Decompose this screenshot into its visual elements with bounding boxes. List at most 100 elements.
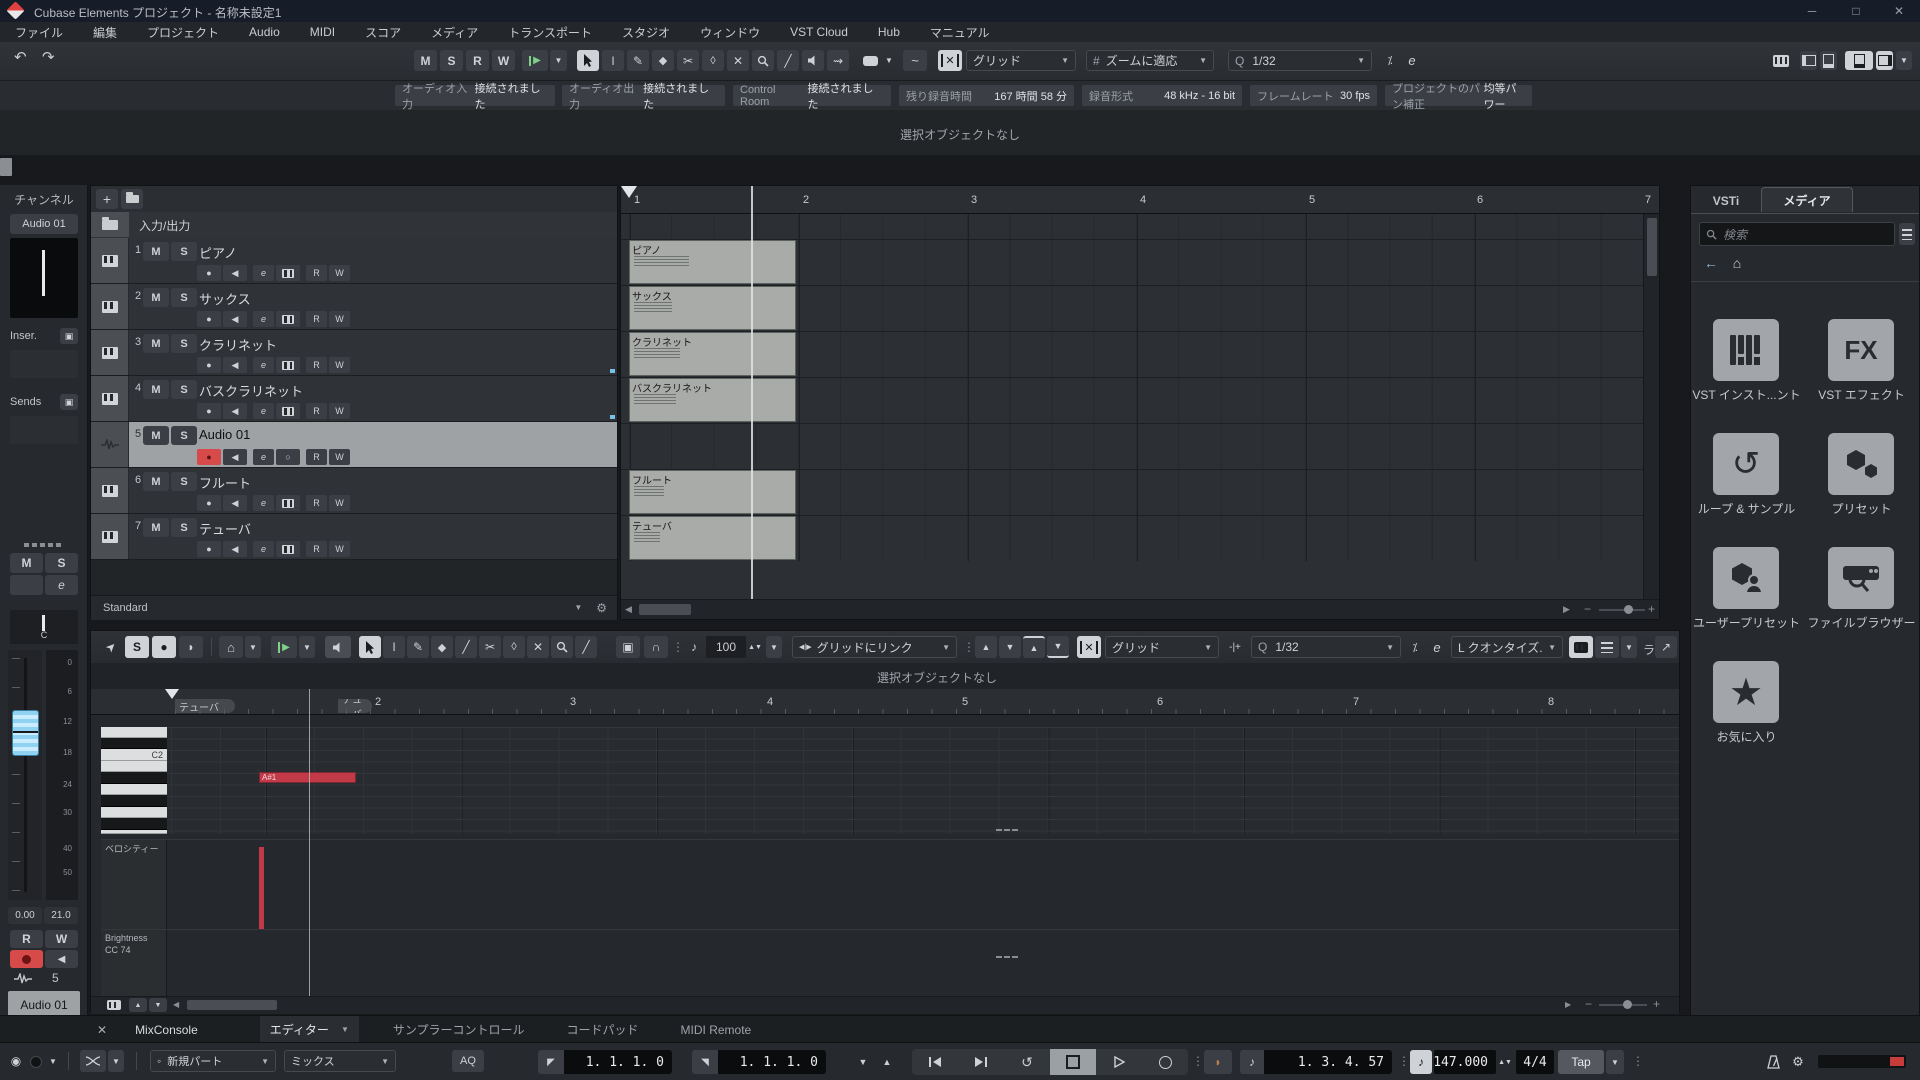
track-solo-button[interactable]: S	[171, 242, 197, 261]
pin-button[interactable]: ➤	[101, 636, 121, 658]
event-tuba[interactable]: テューバ	[629, 516, 796, 560]
snap-zero-crossing-button[interactable]: ~	[903, 50, 927, 71]
track-instrument-button[interactable]	[276, 265, 300, 281]
event-clarinet[interactable]: クラリネット	[629, 332, 796, 376]
fader-cap[interactable]	[12, 710, 39, 756]
key-b1[interactable]	[101, 761, 167, 772]
key-fsharp1[interactable]	[101, 818, 167, 830]
move-up-button[interactable]: ▲	[975, 636, 997, 658]
hscroll-thumb[interactable]	[639, 604, 691, 615]
velocity-lane[interactable]: ベロシティー ベロシティー	[101, 839, 1679, 930]
track-instrument-button[interactable]	[276, 403, 300, 419]
scroll-right-icon[interactable]: ▶	[1565, 1001, 1571, 1009]
arrange-vscrollbar[interactable]	[1643, 214, 1660, 599]
track-record-button[interactable]: ●	[197, 541, 221, 557]
tool-split[interactable]: ✂	[677, 50, 699, 71]
undo-button[interactable]: ↶	[14, 50, 27, 65]
goto-start-button[interactable]	[912, 1049, 958, 1075]
status-audio-input[interactable]: オーディオ入力接続されました	[395, 85, 555, 106]
track-monitor-button[interactable]: ◀	[223, 403, 247, 419]
status-record-time[interactable]: 残り録音時間167 時間 58 分	[899, 85, 1074, 106]
track-mute-button[interactable]: M	[143, 472, 169, 491]
tool-play[interactable]	[802, 50, 824, 71]
track-edit-button[interactable]: e	[253, 541, 274, 557]
track-monitor-button[interactable]: ◀	[223, 357, 247, 373]
tap-tempo-button[interactable]: Tap	[1558, 1050, 1604, 1074]
editor-iq-button[interactable]: ⁒	[1405, 636, 1425, 658]
editor-tool-mute[interactable]: ✕	[527, 636, 549, 658]
track-edit-button[interactable]: e	[253, 449, 274, 465]
menu-score[interactable]: スコア	[350, 24, 416, 41]
arrange-hscrollbar[interactable]: ◀ ▶ − +	[621, 599, 1659, 620]
track-write-button[interactable]: W	[329, 265, 350, 281]
piano-keyboard[interactable]: C2	[101, 727, 167, 834]
zoom-slider[interactable]	[1599, 609, 1645, 611]
close-button[interactable]: ✕	[1878, 0, 1920, 22]
scroll-left-icon[interactable]: ◀	[625, 605, 632, 614]
key-c2[interactable]: C2	[101, 749, 167, 761]
track-record-button[interactable]: ●	[197, 495, 221, 511]
velocity-value[interactable]: 100	[706, 636, 746, 658]
menu-audio[interactable]: Audio	[234, 25, 295, 39]
tempo-stepper[interactable]: ▲▼	[1498, 1050, 1512, 1074]
kebab-icon[interactable]: ⋮	[1632, 1055, 1644, 1067]
track-read-button[interactable]: R	[306, 541, 327, 557]
tempo-track-button[interactable]: ♪	[1410, 1050, 1432, 1074]
tab-media[interactable]: メディア	[1761, 187, 1853, 212]
tool-glue[interactable]: ◊	[702, 50, 724, 71]
media-back-button[interactable]: ←	[1699, 252, 1723, 274]
track-mute-button[interactable]: M	[143, 426, 169, 445]
editor-quantize-panel-button[interactable]: e	[1427, 636, 1447, 658]
kebab-icon[interactable]: ⋮	[1192, 1055, 1204, 1067]
io-row[interactable]: 入力/出力	[91, 212, 617, 239]
footer-gear-icon[interactable]: ⚙	[596, 602, 607, 614]
link-grid-dropdown[interactable]: ◀|▶グリッドにリンク▼	[792, 636, 957, 658]
key-d2[interactable]	[101, 727, 167, 738]
editor-snap-button[interactable]: ✕	[1077, 636, 1101, 658]
track-mute-button[interactable]: M	[143, 242, 169, 261]
pre-record-button[interactable]: ◗	[1204, 1050, 1232, 1074]
track-row-sax[interactable]: 2 M S サックス ● ◀ e R W	[91, 284, 617, 330]
editor-tool-line2[interactable]: ╱	[575, 636, 597, 658]
footer-chevron-icon[interactable]: ▼	[574, 604, 582, 612]
zoom-out-icon[interactable]: −	[1585, 998, 1592, 1010]
menu-vst-cloud[interactable]: VST Cloud	[775, 25, 863, 39]
minimize-button[interactable]: ─	[1790, 0, 1834, 22]
strip-mute-button[interactable]: M	[10, 553, 43, 573]
track-monitor-button[interactable]: ◀	[223, 541, 247, 557]
menu-project[interactable]: プロジェクト	[132, 24, 234, 41]
redo-button[interactable]: ↷	[42, 50, 55, 65]
iterative-quantize-button[interactable]: ⁒	[1380, 50, 1400, 71]
move-up-more-button[interactable]: ▲	[1023, 636, 1045, 658]
lane-down-button[interactable]: ▼	[149, 998, 167, 1012]
acoustic-feedback-button[interactable]: ●	[152, 636, 176, 658]
mix-mode-dropdown[interactable]: ミックス▼	[284, 1050, 396, 1072]
autoscroll-options-button[interactable]: ▼	[550, 50, 567, 71]
play-button[interactable]	[1096, 1049, 1142, 1075]
lane-grid[interactable]: ピアノ サックス クラリネット バスクラリネット フルート テューバ	[621, 214, 1659, 561]
tool-draw[interactable]: ✎	[627, 50, 649, 71]
visibility-dropdown[interactable]: ▼	[1621, 636, 1637, 658]
track-record-button[interactable]: ●	[197, 403, 221, 419]
editor-tool-range[interactable]: I	[383, 636, 405, 658]
track-read-button[interactable]: R	[306, 495, 327, 511]
velocity-bar[interactable]	[259, 847, 264, 930]
tile-user-presets[interactable]	[1713, 547, 1779, 609]
media-list-view-button[interactable]	[1899, 223, 1915, 245]
track-write-button[interactable]: W	[329, 357, 350, 373]
track-read-button[interactable]: R	[306, 403, 327, 419]
track-monitor-button[interactable]: ◀	[223, 495, 247, 511]
close-lower-zone-icon[interactable]: ✕	[97, 1024, 107, 1036]
transport-gear-button[interactable]: ⚙	[1788, 1050, 1808, 1074]
left-locator-flag[interactable]: ◤	[538, 1050, 564, 1074]
time-format-button[interactable]: ♪	[1240, 1050, 1264, 1074]
menu-edit[interactable]: 編集	[78, 24, 132, 41]
track-read-button[interactable]: R	[306, 357, 327, 373]
key-f1[interactable]	[101, 830, 167, 834]
track-write-button[interactable]: W	[329, 449, 350, 465]
feedback-mode-button[interactable]: ◗	[179, 636, 203, 658]
media-home-button[interactable]: ⌂	[1725, 252, 1749, 274]
cc-lane[interactable]: Brightness CC 74	[101, 929, 1679, 997]
editor-home-button[interactable]: ⌂	[219, 636, 243, 658]
agent-preset-label[interactable]: Standard	[103, 602, 148, 614]
